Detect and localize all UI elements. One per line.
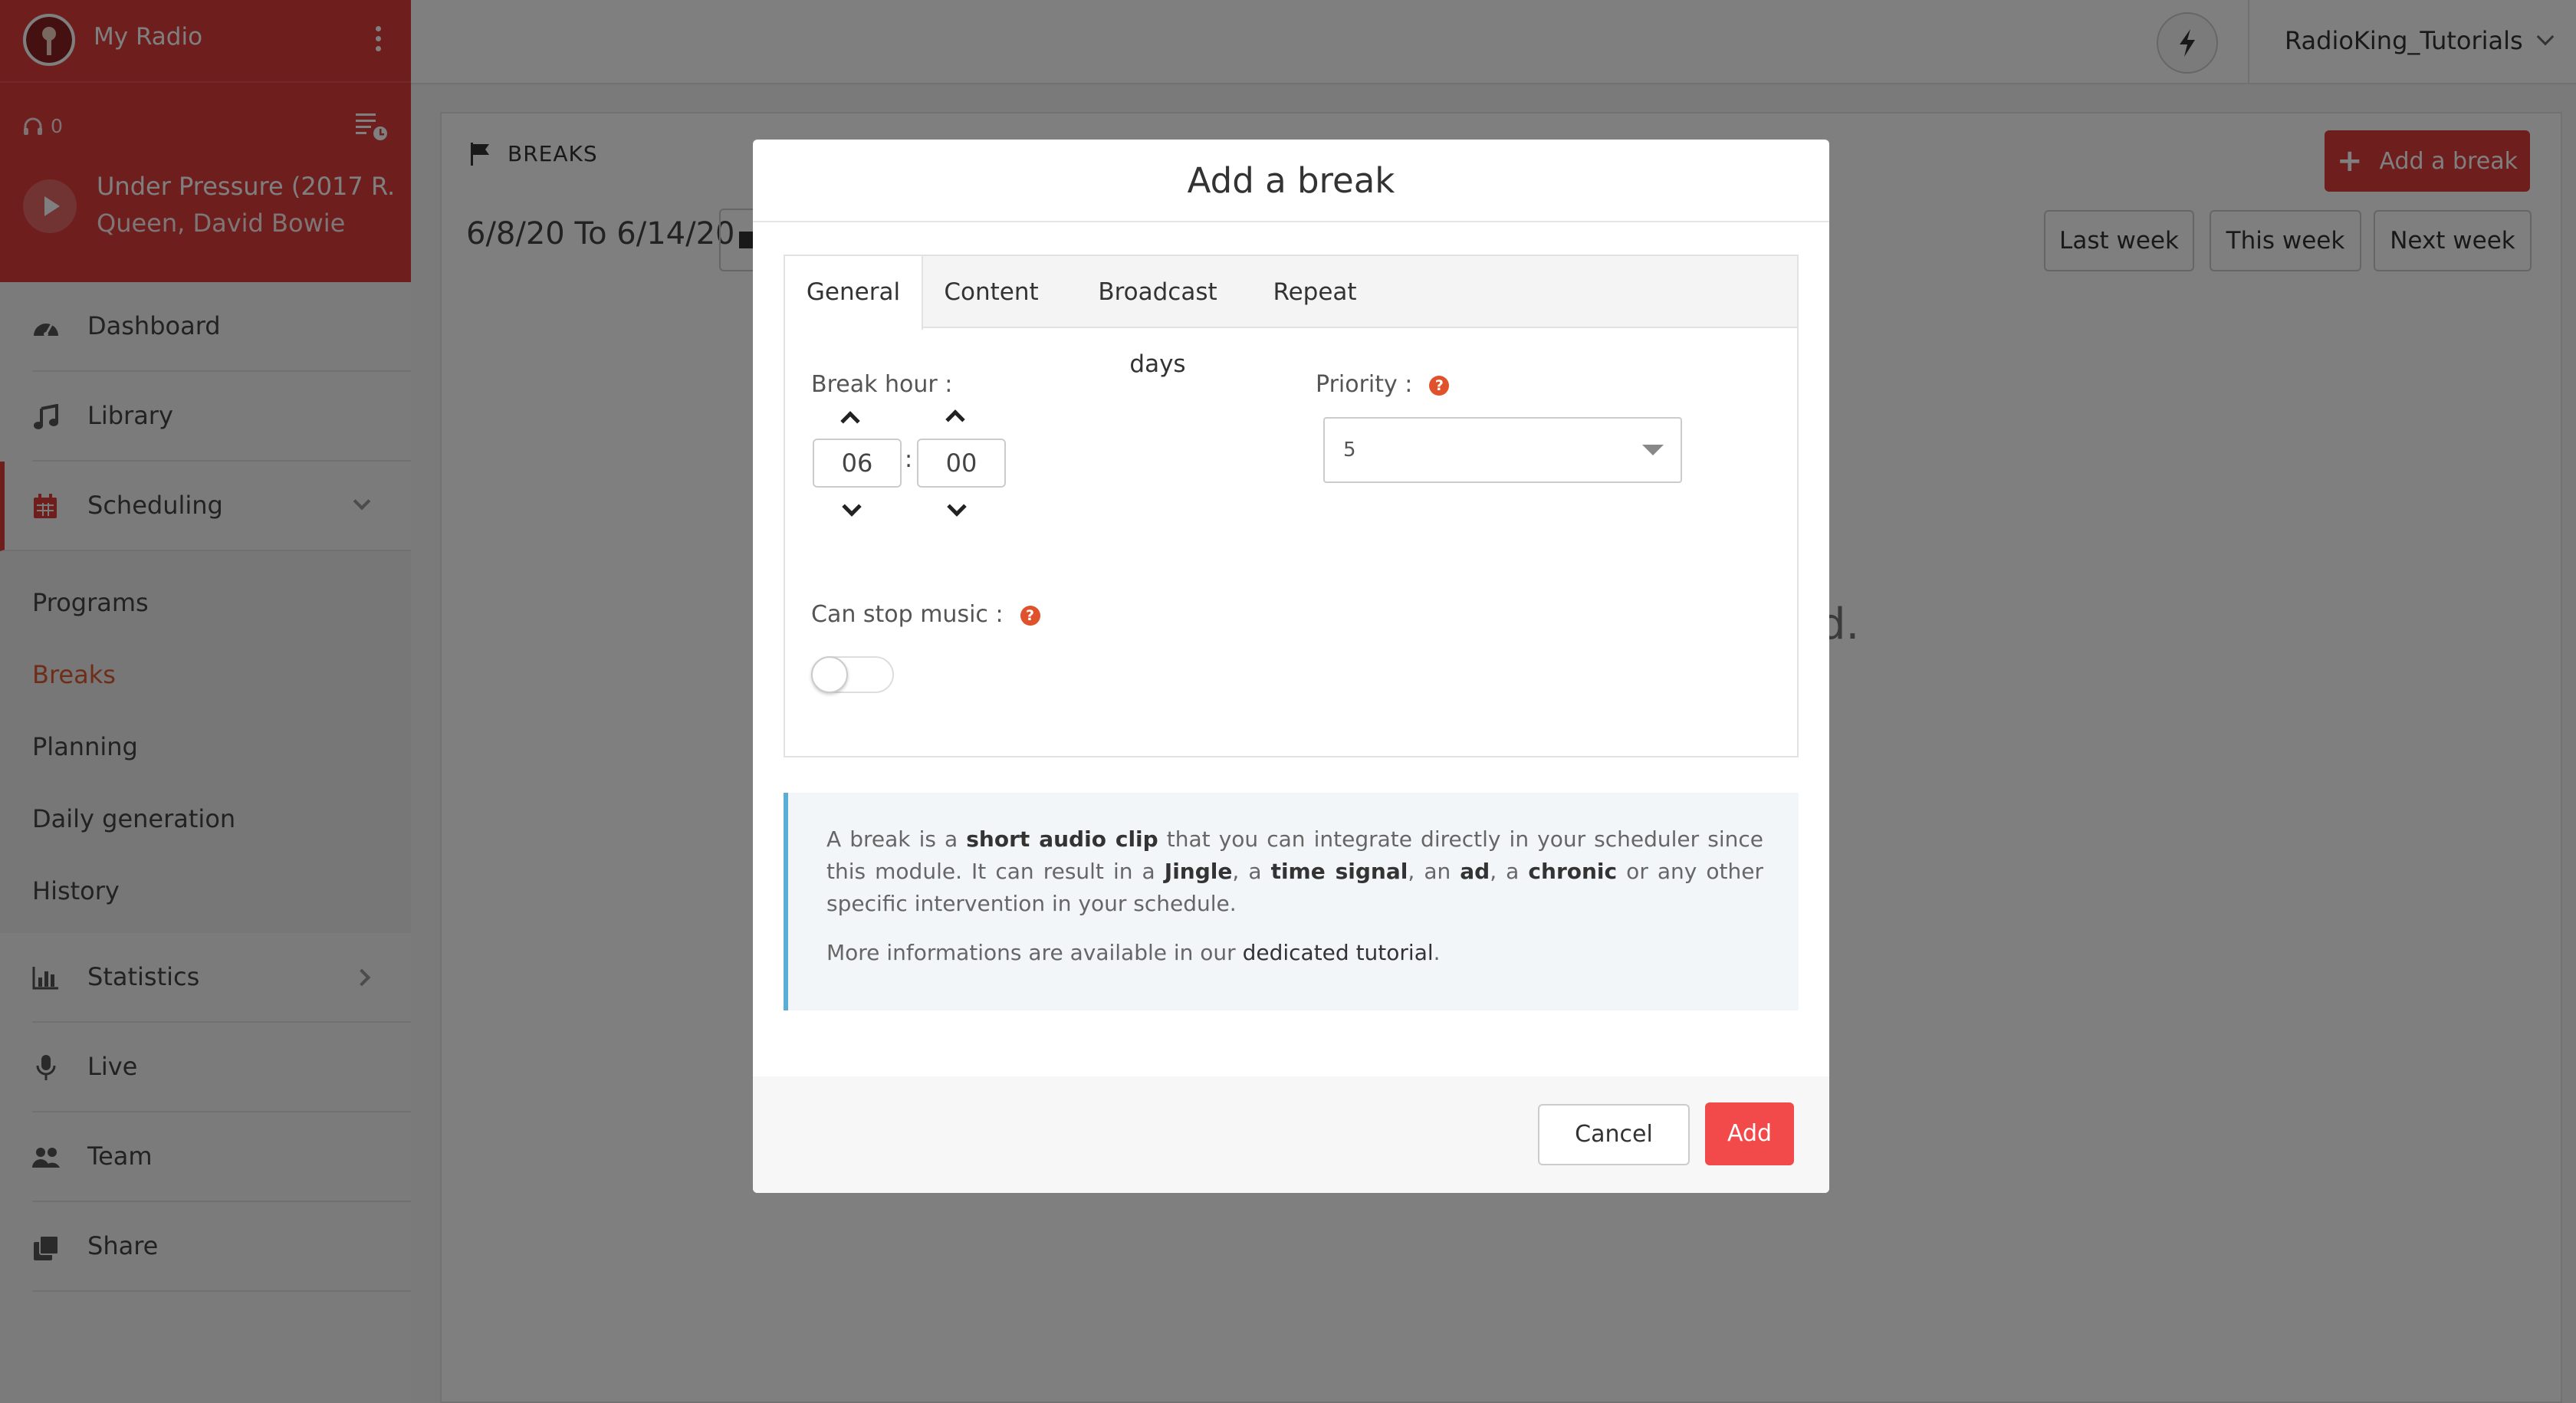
can-stop-music-label-text: Can stop music :	[811, 601, 1004, 628]
tab-bar: General Content Broadcast days Repeat	[785, 256, 1797, 378]
priority-label: Priority :?	[1316, 371, 1450, 398]
priority-select[interactable]: 5	[1323, 417, 1682, 483]
break-hour-label: Break hour :	[811, 371, 953, 398]
help-icon[interactable]: ?	[1020, 606, 1040, 626]
add-button[interactable]: Add	[1705, 1102, 1794, 1165]
time-separator: :	[905, 446, 913, 473]
tab-repeat[interactable]: Repeat	[1267, 256, 1363, 328]
toggle-knob	[811, 656, 848, 693]
dedicated-tutorial-link[interactable]: dedicated tutorial	[1243, 940, 1434, 965]
hour-increment-icon[interactable]	[840, 411, 860, 431]
modal-footer: Cancel Add	[753, 1076, 1829, 1193]
info-paragraph-more: More informations are available in our d…	[826, 940, 1441, 965]
help-icon[interactable]: ?	[1429, 376, 1450, 396]
can-stop-music-toggle[interactable]	[811, 656, 894, 693]
modal-tabs: General Content Broadcast days Repeat Br…	[784, 255, 1799, 757]
info-box: A break is a short audio clip that you c…	[784, 793, 1799, 1010]
cancel-button[interactable]: Cancel	[1538, 1104, 1690, 1165]
caret-down-icon	[1642, 445, 1664, 455]
hour-decrement-icon[interactable]	[842, 497, 862, 517]
priority-value: 5	[1343, 439, 1356, 462]
minute-decrement-icon[interactable]	[947, 497, 967, 517]
tab-content[interactable]: Content	[934, 256, 1049, 328]
modal-title: Add a break	[753, 140, 1829, 222]
hour-input[interactable]: 06	[813, 439, 902, 488]
minute-input[interactable]: 00	[917, 439, 1006, 488]
can-stop-music-label: Can stop music :?	[811, 601, 1040, 628]
info-paragraph: A break is a short audio clip that you c…	[826, 826, 1764, 916]
tab-broadcast-days[interactable]: Broadcast days	[1067, 256, 1248, 378]
priority-label-text: Priority :	[1316, 371, 1413, 398]
minute-increment-icon[interactable]	[945, 409, 965, 429]
add-break-modal: Add a break General Content Broadcast da…	[753, 140, 1829, 1193]
tab-general[interactable]: General	[785, 256, 923, 330]
